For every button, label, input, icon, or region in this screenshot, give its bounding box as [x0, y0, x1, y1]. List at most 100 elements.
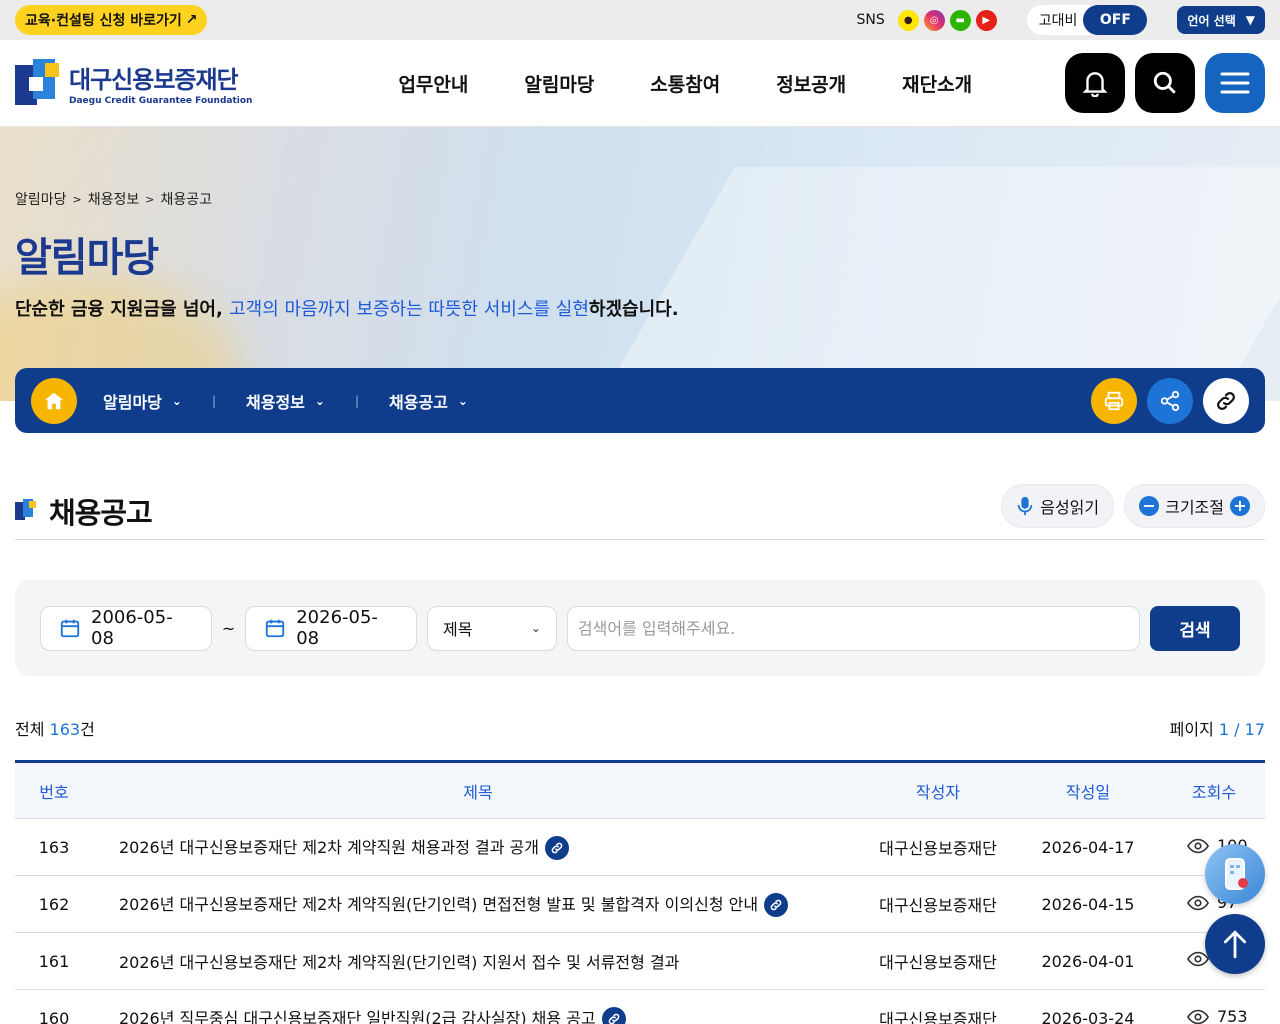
table-row[interactable]: 161 2026년 대구신용보증재단 제2차 계약직원(단기인력) 지원서 접수…	[15, 932, 1265, 990]
location-depth1[interactable]: 알림마당 ⌄	[103, 389, 182, 413]
breadcrumb-item[interactable]: 채용정보	[88, 189, 140, 209]
col-title: 제목	[93, 761, 863, 819]
nav-about[interactable]: 재단소개	[902, 70, 972, 97]
search-submit-button[interactable]: 검색	[1150, 605, 1240, 651]
col-date: 작성일	[1013, 761, 1163, 819]
kakao-icon[interactable]: ●	[897, 9, 919, 31]
row-title-cell: 2026년 대구신용보증재단 제2차 계약직원(단기인력) 지원서 접수 및 서…	[93, 932, 863, 990]
search-form: 2006-05-08 ~ 2026-05-08 제목 ⌄ 검색	[15, 580, 1265, 676]
nav-notice[interactable]: 알림마당	[524, 70, 594, 97]
share-icon	[1160, 390, 1180, 411]
col-number: 번호	[15, 761, 93, 819]
subtitle-post: 하겠습니다.	[588, 299, 679, 320]
youtube-icon[interactable]: ▶	[975, 9, 997, 31]
edu-consulting-link[interactable]: 교육·컨설팅 신청 바로가기 ↗	[15, 5, 208, 35]
end-date-value: 2026-05-08	[296, 607, 378, 649]
chevron-down-icon: ⌄	[457, 393, 468, 408]
nav-communication[interactable]: 소통참여	[650, 70, 720, 97]
sns-label: SNS	[856, 12, 885, 28]
nav-information[interactable]: 정보공개	[776, 70, 846, 97]
share-button[interactable]	[1147, 377, 1193, 424]
eye-icon	[1187, 838, 1209, 854]
bell-icon	[1082, 72, 1108, 97]
end-date-field[interactable]: 2026-05-08	[245, 605, 418, 651]
notification-button[interactable]	[1065, 53, 1125, 113]
microphone-icon	[1017, 496, 1033, 516]
row-number: 162	[15, 875, 93, 933]
breadcrumb-item[interactable]: 알림마당	[15, 189, 67, 209]
triangle-down-icon: ▼	[1245, 13, 1255, 27]
row-number: 163	[15, 818, 93, 876]
row-date: 2026-03-24	[1013, 989, 1163, 1024]
hamburger-icon	[1220, 72, 1250, 94]
location-divider: |	[354, 393, 359, 408]
home-button[interactable]	[31, 377, 77, 424]
breadcrumb: 알림마당 > 채용정보 > 채용공고	[15, 189, 1265, 209]
total-number: 163	[49, 720, 81, 739]
location-depth1-label: 알림마당	[103, 392, 162, 412]
row-title-link[interactable]: 2026년 대구신용보증재단 제2차 계약직원(단기인력) 지원서 접수 및 서…	[119, 953, 679, 972]
text-to-speech-button[interactable]: 음성읽기	[1001, 484, 1115, 528]
tts-label: 음성읽기	[1040, 498, 1100, 517]
row-views: 753	[1217, 1007, 1248, 1024]
language-select-button[interactable]: 언어 선택 ▼	[1177, 6, 1265, 34]
row-number: 161	[15, 932, 93, 990]
search-icon	[1153, 71, 1176, 94]
row-title-cell: 2026년 대구신용보증재단 제2차 계약직원 채용과정 결과 공개	[93, 818, 863, 876]
blog-icon[interactable]: ▬	[949, 9, 971, 31]
high-contrast-toggle[interactable]: OFF	[1083, 5, 1148, 35]
search-button[interactable]	[1135, 53, 1195, 113]
site-logo[interactable]: 대구신용보증재단 Daegu Credit Guarantee Foundati…	[15, 59, 252, 107]
page-total: 17	[1244, 720, 1265, 739]
page-title: 알림마당	[15, 235, 159, 281]
start-date-field[interactable]: 2006-05-08	[40, 605, 212, 651]
search-field-select[interactable]: 제목 ⌄	[427, 605, 557, 651]
menu-button[interactable]	[1205, 53, 1265, 113]
zoom-out-icon[interactable]: −	[1139, 496, 1160, 516]
start-date-value: 2006-05-08	[91, 607, 173, 649]
table-row[interactable]: 162 2026년 대구신용보증재단 제2차 계약직원(단기인력) 면접전형 발…	[15, 875, 1265, 933]
edu-link-label: 교육·컨설팅 신청 바로가기	[25, 13, 182, 29]
row-date: 2026-04-01	[1013, 932, 1163, 990]
link-icon	[764, 893, 789, 918]
subtitle-highlight: 고객의 마음까지 보증하는 따뜻한 서비스를 실현	[229, 299, 589, 320]
logo-text-korean: 대구신용보증재단	[69, 66, 239, 94]
location-depth2[interactable]: 채용정보 ⌄	[246, 389, 325, 413]
mobile-app-button[interactable]	[1205, 844, 1265, 904]
page-label: 페이지	[1169, 720, 1214, 739]
logo-mark-icon	[15, 59, 61, 107]
row-number: 160	[15, 989, 93, 1024]
row-title-link[interactable]: 2026년 대구신용보증재단 제2차 계약직원(단기인력) 면접전형 발표 및 …	[119, 895, 758, 914]
row-author: 대구신용보증재단	[863, 875, 1013, 933]
external-arrow-icon: ↗	[185, 12, 198, 28]
nav-business[interactable]: 업무안내	[398, 70, 468, 97]
printer-icon	[1104, 391, 1124, 410]
instagram-icon[interactable]: ◎	[923, 9, 945, 31]
content-header: 채용공고 음성읽기 − 크기조절 +	[15, 483, 1265, 540]
breadcrumb-separator-icon: >	[145, 192, 155, 206]
date-range-separator: ~	[221, 618, 236, 638]
location-depth3-label: 채용공고	[389, 392, 448, 412]
location-divider: |	[211, 393, 216, 408]
breadcrumb-item[interactable]: 채용공고	[161, 189, 213, 209]
copy-link-button[interactable]	[1203, 377, 1249, 424]
row-title-cell: 2026년 직무중심 대구신용보증재단 일반직원(2급 감사실장) 채용 공고	[93, 989, 863, 1024]
table-row[interactable]: 160 2026년 직무중심 대구신용보증재단 일반직원(2급 감사실장) 채용…	[15, 989, 1265, 1024]
list-meta: 전체 163건 페이지 1 / 17	[15, 716, 1265, 740]
print-button[interactable]	[1091, 377, 1137, 424]
location-depth3[interactable]: 채용공고 ⌄	[389, 389, 468, 413]
row-title-cell: 2026년 대구신용보증재단 제2차 계약직원(단기인력) 면접전형 발표 및 …	[93, 875, 863, 933]
row-title-link[interactable]: 2026년 대구신용보증재단 제2차 계약직원 채용과정 결과 공개	[119, 838, 539, 857]
row-date: 2026-04-17	[1013, 818, 1163, 876]
hero-banner: 알림마당 > 채용정보 > 채용공고 알림마당 단순한 금융 지원금을 넘어, …	[0, 127, 1280, 401]
row-title-link[interactable]: 2026년 직무중심 대구신용보증재단 일반직원(2급 감사실장) 채용 공고	[119, 1009, 596, 1024]
table-row[interactable]: 163 2026년 대구신용보증재단 제2차 계약직원 채용과정 결과 공개 대…	[15, 818, 1265, 876]
link-icon	[1217, 391, 1235, 410]
zoom-in-icon[interactable]: +	[1230, 496, 1250, 516]
main-navigation: 업무안내 알림마당 소통참여 정보공개 재단소개	[398, 70, 1028, 97]
search-keyword-input[interactable]	[566, 605, 1141, 651]
site-header: 대구신용보증재단 Daegu Credit Guarantee Foundati…	[0, 40, 1280, 127]
language-label: 언어 선택	[1187, 13, 1236, 28]
eye-icon	[1187, 1009, 1209, 1024]
scroll-to-top-button[interactable]	[1205, 914, 1265, 974]
